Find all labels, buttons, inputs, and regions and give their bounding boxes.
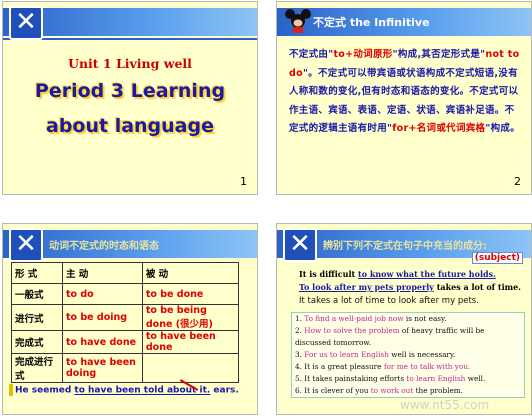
table-row: 一般式 to do to be done [11, 283, 240, 305]
text-part: ears. [210, 385, 239, 396]
text-part: is not easy. [403, 314, 447, 323]
text-part: 1. [295, 314, 305, 323]
text-part: It is difficult [299, 269, 358, 279]
text-part: 不定式由" [289, 49, 334, 60]
page-number: 2 [514, 175, 521, 188]
text-part: 5. It takes painstaking efforts [295, 374, 407, 383]
page-number: 1 [240, 175, 247, 188]
example-sentence: He seemed to have been told about it. ea… [9, 384, 239, 396]
list-item: 1. To find a well-paid job now is not ea… [292, 313, 524, 325]
highlight-text: For us to learn English [304, 350, 389, 359]
list-item: 4. It is a great pleasure for me to talk… [292, 361, 524, 373]
list-item: discussed tomorrow. [292, 337, 524, 349]
slide-title: 动词不定式的时态和语态 [49, 241, 159, 252]
example-line-1: It is difficult to know what the future … [299, 269, 496, 279]
table-cell: to have done [62, 330, 143, 354]
table-cell: to be being done (很少用) [141, 304, 240, 331]
period-title-line-1: Period 3 Learning [34, 80, 226, 102]
table-cell: to have been doing [62, 353, 143, 383]
list-item: 2. How to solve the problem of heavy tra… [292, 325, 524, 337]
list-item: 5. It takes painstaking efforts to learn… [292, 373, 524, 385]
text-part: He seemed [15, 385, 75, 396]
highlight-text: to learn English [406, 374, 466, 383]
slide-3[interactable]: ✕ 动词不定式的时态和语态 形 式 主 动 被 动 一般式 to do to b… [2, 223, 258, 415]
table-cell: 一般式 [11, 283, 63, 305]
table-cell: 完成进行式 [11, 353, 63, 383]
logo-x-icon: ✕ [9, 6, 43, 40]
highlight-text: to+动词原形 [333, 49, 393, 60]
table-header-cell: 主 动 [62, 262, 143, 284]
highlight-text: How to solve the problem [304, 326, 400, 335]
table-cell: 进行式 [11, 304, 63, 331]
period-title-line-2: about language [46, 115, 214, 137]
bullet-marker [9, 384, 13, 396]
text-part: takes a lot of time. [433, 282, 521, 292]
logo-x-icon: ✕ [283, 228, 317, 262]
text-part: 2. [295, 326, 305, 335]
underlined-text: To look after my pets properly [299, 282, 434, 292]
text-part: "构成。 [485, 123, 521, 134]
text-part: the problem. [413, 386, 463, 395]
logo-x-icon: ✕ [9, 228, 43, 262]
highlight-text: for me to talk with you. [383, 362, 471, 371]
exercise-list: 1. To find a well-paid job now is not ea… [291, 312, 525, 398]
highlight-text: To find a well-paid job now [304, 314, 404, 323]
table-header-row: 形 式 主 动 被 动 [11, 262, 240, 284]
slide-1[interactable]: ✕ Unit 1 Living well Period 3 Learning a… [2, 1, 258, 195]
tense-voice-table: 形 式 主 动 被 动 一般式 to do to be done 进行式 to … [11, 262, 240, 383]
table-cell: to be done [141, 283, 240, 305]
example-line-3: It takes a lot of time to look after my … [299, 296, 479, 306]
infinitive-explanation: 不定式由"to+动词原形"构成,其否定形式是"not to do"。不定式可以带… [289, 46, 521, 139]
example-line-2: To look after my pets properly takes a l… [299, 282, 521, 292]
table-row: 完成式 to have done to have been done [11, 330, 240, 354]
table-row: 完成进行式 to have been doing [11, 353, 240, 383]
underlined-text: to know what the future holds. [358, 269, 496, 279]
subject-tag: (subject) [471, 252, 523, 264]
slide-4[interactable]: ✕ 辨别下列不定式在句子中充当的成分: (subject) It is diff… [276, 223, 532, 415]
table-cell: 完成式 [11, 330, 63, 354]
table-cell: to be doing [62, 304, 143, 331]
text-part: discussed tomorrow. [295, 338, 372, 347]
text-part: "构成,其否定形式是" [392, 49, 486, 60]
table-cell: to do [62, 283, 143, 305]
slide-title: 不定式 the Infinitive [313, 16, 430, 29]
slide-2[interactable]: 不定式 the Infinitive 不定式由"to+动词原形"构成,其否定形式… [276, 1, 532, 195]
text-part: 3. [295, 350, 305, 359]
watermark: www.nt55.com [400, 398, 490, 412]
text-part: of heavy traffic will be [399, 326, 485, 335]
table-row: 进行式 to be doing to be being done (很少用) [11, 304, 240, 331]
table-header-cell: 被 动 [141, 262, 240, 284]
table-cell: to have been done [141, 330, 240, 354]
list-item: 6. It is clever of you to work out the p… [292, 385, 524, 397]
table-cell [141, 353, 240, 383]
table-header-cell: 形 式 [11, 262, 63, 284]
slide-title: 辨别下列不定式在句子中充当的成分: [323, 241, 487, 252]
text-part: 6. It is clever of you [295, 386, 371, 395]
unit-title: Unit 1 Living well [68, 56, 192, 71]
highlight-text: to work out [370, 386, 414, 395]
highlight-text: for+名词或代词宾格 [392, 123, 486, 134]
text-part: well. [465, 374, 486, 383]
list-item: 3. For us to learn English well is neces… [292, 349, 524, 361]
mickey-mouse-icon [285, 9, 311, 33]
text-part: 4. It is a great pleasure [295, 362, 384, 371]
text-part: well is necessary. [388, 350, 456, 359]
